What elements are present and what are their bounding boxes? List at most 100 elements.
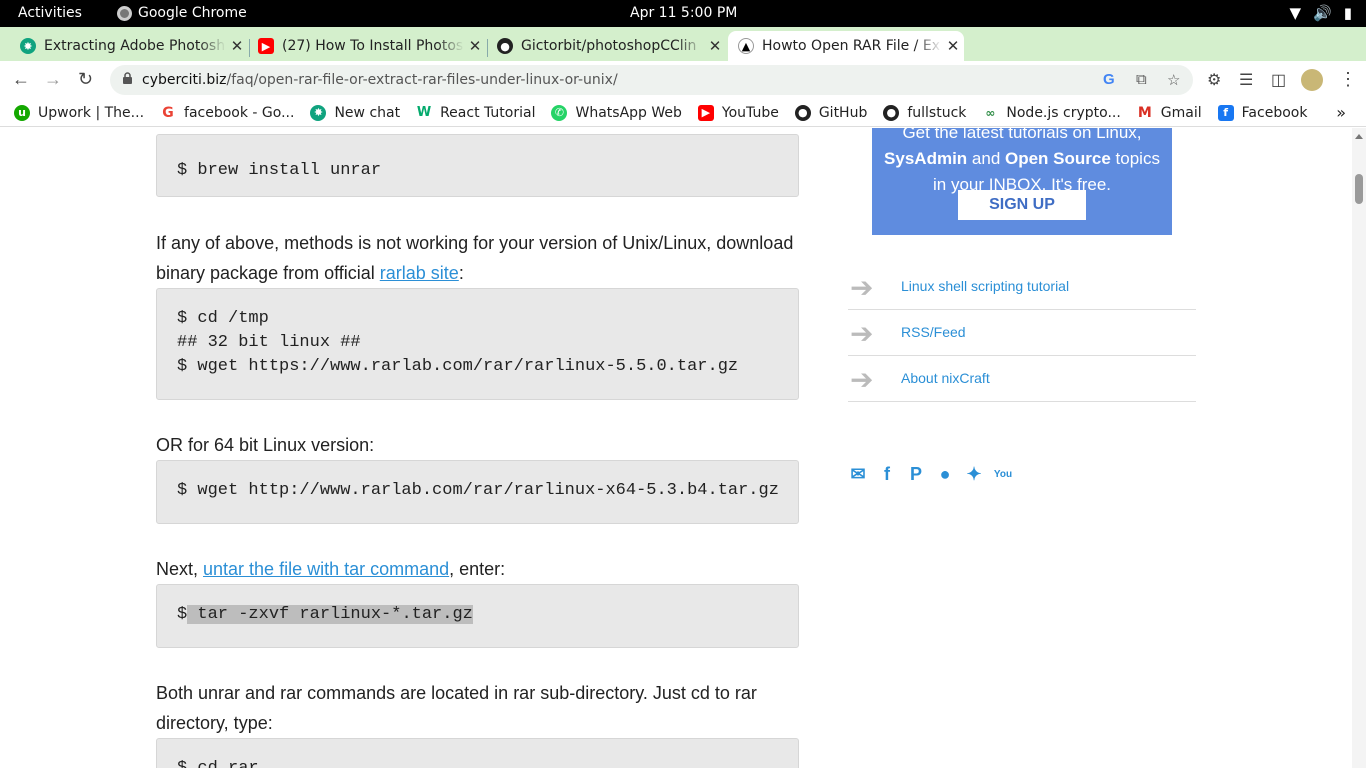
paragraph: Both unrar and rar commands are located … [156,683,757,733]
google-icon: G [162,104,174,121]
tab-title: Howto Open RAR File / Ex [762,38,940,54]
bookmark-upwork[interactable]: u Upwork | The... [14,104,144,121]
tab-title: Gictorbit/photoshopCClin [521,38,697,54]
close-tab-icon[interactable]: ✕ [942,37,964,55]
bookmark-new-chat[interactable]: ✸ New chat [310,104,400,121]
whatsapp-icon: ✆ [551,104,568,121]
tab-strip: ✸ Extracting Adobe Photosh ✕ ▶ (27) How … [0,27,1366,84]
bookmark-star-icon[interactable]: ☆ [1167,71,1180,89]
code-line: $ tar -zxvf rarlinux-*.tar.gz [177,605,473,624]
bookmark-react-tutorial[interactable]: W React Tutorial [416,105,536,121]
promo-text: SysAdmin and Open Source topics [884,149,1160,168]
code-block: $ wget http://www.rarlab.com/rar/rarlinu… [156,460,799,524]
chatgpt-icon: ✸ [20,38,36,54]
avatar[interactable] [1301,69,1323,91]
lock-icon[interactable] [122,72,133,85]
scrollbar-thumb[interactable] [1355,174,1363,204]
untar-tar-command-link[interactable]: untar the file with tar command [203,559,449,579]
clock[interactable]: Apr 11 5:00 PM [630,5,737,21]
address-bar[interactable]: cyberciti.biz/faq/open-rar-file-or-extra… [110,65,1193,95]
media-controls-icon[interactable]: ☰ [1239,70,1253,90]
page-content: $ brew install unrar If any of above, me… [0,128,1352,768]
forward-icon[interactable]: → [44,69,62,90]
code-block: $ brew install unrar [156,134,799,197]
code-block: $ cd /tmp ## 32 bit linux ## $ wget http… [156,288,799,400]
bookmark-whatsapp[interactable]: ✆ WhatsApp Web [551,104,682,121]
code-line: $ wget http://www.rarlab.com/rar/rarlinu… [177,481,779,500]
social-links: ✉ f P ● ✦ You [848,464,1013,484]
arrow-right-icon: ➔ [850,272,874,303]
tab-howto-open-rar[interactable]: ▲ Howto Open RAR File / Ex ✕ [728,31,964,61]
nixcraft-icon: ▲ [738,38,754,54]
paragraph: Next, untar the file with tar command, e… [156,559,506,579]
wifi-icon: ▼ [1289,4,1302,22]
back-icon[interactable]: ← [12,69,30,90]
w3schools-icon: W [416,105,432,120]
github-icon: ● [883,104,900,121]
browser-toolbar: ← → ↻ cyberciti.biz/faq/open-rar-file-or… [0,61,1366,99]
bookmark-youtube[interactable]: ▶ YouTube [697,104,779,121]
sidebar-link-shell-scripting[interactable]: ➔ Linux shell scripting tutorial [848,264,1196,310]
reload-icon[interactable]: ↻ [78,69,93,90]
tab-title: (27) How To Install Photos [282,38,464,54]
code-line: $ brew install unrar [177,161,382,180]
tab-github-photoshop[interactable]: ● Gictorbit/photoshopCClin ✕ [477,31,726,61]
volume-icon: 🔊 [1313,4,1332,22]
url-text[interactable]: cyberciti.biz/faq/open-rar-file-or-extra… [142,72,618,88]
youtube-icon[interactable]: You [993,464,1013,484]
bookmark-facebook-google[interactable]: Gfacebook - Go... [160,105,294,121]
code-line: $ wget https://www.rarlab.com/rar/rarlin… [177,357,739,376]
geeksforgeeks-icon: ∞ [985,105,996,120]
code-line: $ cd /tmp [177,309,269,328]
code-line: $ cd rar [177,757,778,768]
app-menu[interactable]: Google Chrome [117,5,247,21]
system-tray[interactable]: ▼ 🔊 ▮ [1290,4,1353,22]
paragraph: If any of above, methods is not working … [156,233,794,283]
chatgpt-icon: ✸ [310,104,327,121]
scroll-up-icon[interactable] [1355,134,1363,139]
code-line: ## 32 bit linux ## [177,333,361,352]
bookmark-gmail[interactable]: M Gmail [1137,105,1202,121]
page-scrollbar[interactable] [1352,128,1366,768]
menu-icon[interactable]: ⋮ [1339,69,1357,90]
facebook-icon: f [1217,104,1234,121]
side-panel-icon[interactable]: ◫ [1271,70,1286,90]
bookmark-nodejs-crypto[interactable]: ∞ Node.js crypto... [982,105,1120,121]
github-icon: ● [497,38,513,54]
app-name: Google Chrome [138,5,247,21]
chrome-icon [117,5,132,21]
tab-youtube-install[interactable]: ▶ (27) How To Install Photos ✕ [238,31,486,61]
selected-text: tar -zxvf rarlinux-*.tar.gz [187,605,473,624]
patreon-icon[interactable]: P [906,464,926,484]
google-lens-icon[interactable]: G [1103,71,1115,88]
bookmark-fullstuck[interactable]: ● fullstuck [883,104,966,121]
bookmark-github[interactable]: ● GitHub [794,104,867,121]
bookmarks-bar: u Upwork | The... Gfacebook - Go... ✸ New … [0,99,1366,127]
email-icon[interactable]: ✉ [848,464,868,484]
system-top-bar: Activities Google Chrome Apr 11 5:00 PM … [0,0,1366,27]
newsletter-promo: Get the latest tutorials on Linux, SysAd… [872,128,1172,235]
sign-up-button[interactable]: SIGN UP [958,190,1086,220]
promo-text: Get the latest tutorials on Linux, [902,128,1142,142]
share-icon[interactable]: ⧉ [1136,71,1147,88]
close-tab-icon[interactable]: ✕ [704,37,726,55]
activities-button[interactable]: Activities [18,5,82,21]
youtube-icon: ▶ [258,38,274,54]
sidebar-link-about-nixcraft[interactable]: ➔ About nixCraft [848,356,1196,402]
paragraph: OR for 64 bit Linux version: [156,435,375,455]
arrow-right-icon: ➔ [850,318,874,349]
code-block: $ cd rar [156,738,799,768]
bookmark-facebook[interactable]: f Facebook [1217,104,1307,121]
tab-extracting-adobe[interactable]: ✸ Extracting Adobe Photosh ✕ [0,31,248,61]
upwork-icon: u [14,104,30,121]
battery-icon: ▮ [1343,4,1352,22]
rarlab-site-link[interactable]: rarlab site [380,263,459,283]
github-icon: ● [794,104,811,121]
more-bookmarks-icon[interactable]: » [1336,103,1346,122]
facebook-icon[interactable]: f [877,464,897,484]
reddit-icon[interactable]: ● [935,464,955,484]
youtube-icon: ▶ [697,104,714,121]
sidebar-link-rss-feed[interactable]: ➔ RSS/Feed [848,310,1196,356]
extensions-icon[interactable]: ⚙ [1207,70,1221,90]
twitter-icon[interactable]: ✦ [964,464,984,484]
